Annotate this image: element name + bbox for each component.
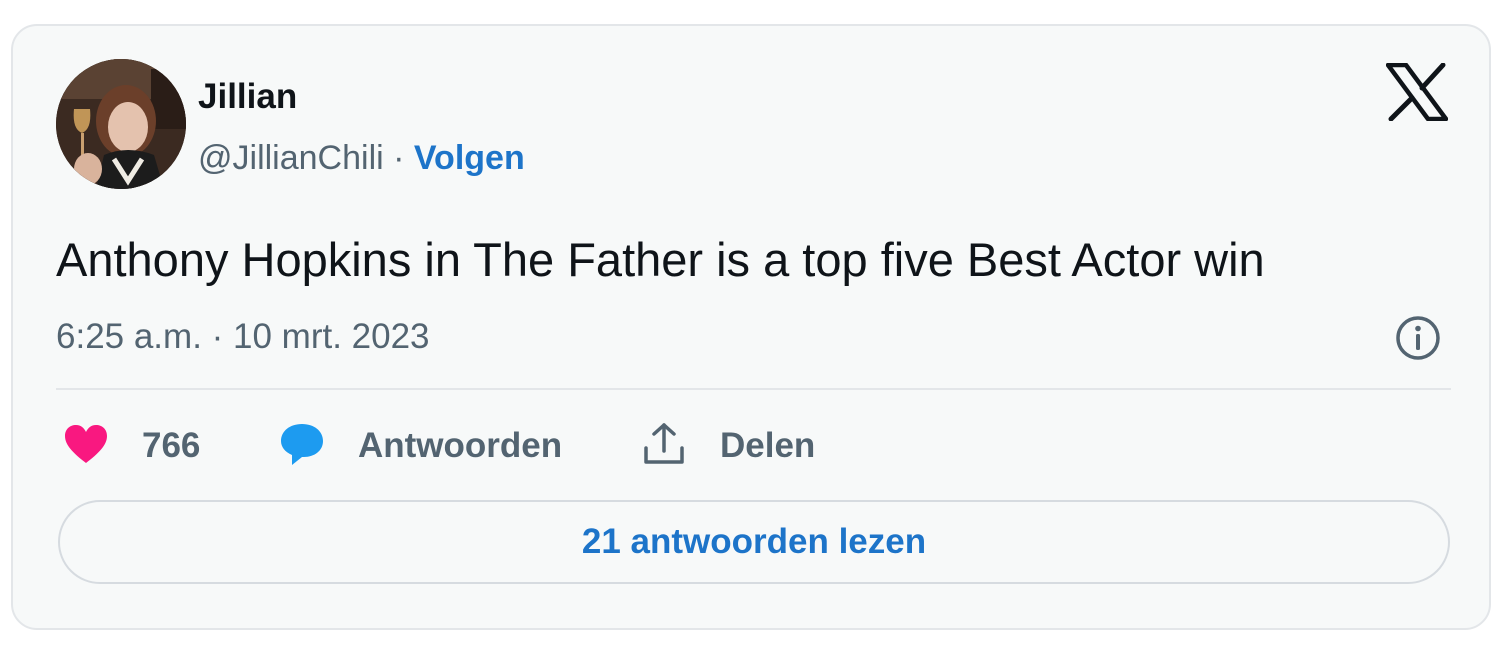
divider <box>56 388 1451 390</box>
author-avatar[interactable] <box>56 59 186 189</box>
read-replies-button[interactable]: 21 antwoorden lezen <box>58 500 1450 584</box>
reply-label: Antwoorden <box>358 426 563 465</box>
share-button[interactable]: Delen <box>641 421 815 471</box>
author-handle-row: @JillianChili · Volgen <box>198 138 525 178</box>
tweet-card: Jillian @JillianChili · Volgen Anthony H… <box>11 24 1491 630</box>
follow-link[interactable]: Volgen <box>414 139 525 177</box>
handle-separator: · <box>393 139 405 177</box>
speech-bubble-icon <box>278 421 326 472</box>
like-button[interactable]: 766 <box>63 421 200 471</box>
author-handle[interactable]: @JillianChili <box>198 139 384 177</box>
heart-icon <box>63 423 109 470</box>
info-icon[interactable] <box>1394 314 1442 362</box>
share-upload-icon <box>641 421 687 472</box>
x-logo-icon[interactable] <box>1385 62 1449 122</box>
reply-button[interactable]: Antwoorden <box>278 421 562 471</box>
read-replies-label: 21 antwoorden lezen <box>581 522 927 561</box>
tweet-timestamp[interactable]: 6:25 a.m. · 10 mrt. 2023 <box>56 316 430 358</box>
avatar-photo <box>56 59 186 189</box>
author-display-name[interactable]: Jillian <box>198 77 297 117</box>
like-count: 766 <box>142 426 201 465</box>
tweet-text: Anthony Hopkins in The Father is a top f… <box>56 233 1265 286</box>
share-label: Delen <box>720 426 816 465</box>
